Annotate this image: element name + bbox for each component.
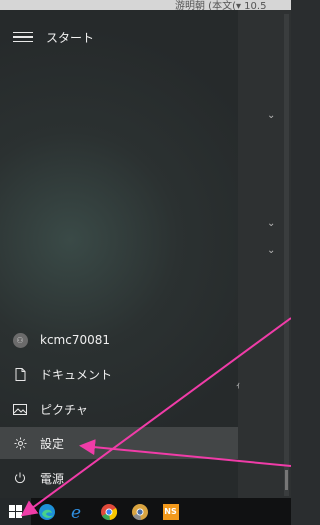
sidebar-item-power[interactable]: 電源 xyxy=(0,462,238,494)
sidebar-item-pictures[interactable]: ピクチャ xyxy=(0,393,238,425)
chrome-icon xyxy=(100,503,117,520)
svg-text:e: e xyxy=(71,503,81,521)
chevron-down-icon[interactable]: ⌄ xyxy=(267,245,275,256)
scrollbar[interactable] xyxy=(284,14,289,496)
scrollbar-thumb[interactable] xyxy=(285,470,288,490)
taskbar-chrome-dev-button[interactable] xyxy=(124,498,155,525)
taskbar: e NS xyxy=(0,498,291,525)
sidebar-item-label: ドキュメント xyxy=(40,367,113,382)
gear-icon xyxy=(0,437,40,450)
tile-fragment-text: ｨ xyxy=(236,381,241,391)
hamburger-menu-icon[interactable] xyxy=(13,31,33,43)
sidebar-item-label: ピクチャ xyxy=(40,402,88,417)
edge-legacy-icon: e xyxy=(71,503,81,521)
taskbar-ns-button[interactable]: NS xyxy=(155,498,186,525)
chevron-down-icon[interactable]: ⌄ xyxy=(267,110,275,121)
taskbar-edge-button[interactable] xyxy=(31,498,62,525)
user-avatar-icon: ⚇ xyxy=(12,332,28,348)
sidebar-item-documents[interactable]: ドキュメント xyxy=(0,358,238,390)
ns-app-icon: NS xyxy=(162,503,179,520)
taskbar-edge-legacy-button[interactable]: e xyxy=(62,498,93,525)
windows-logo-icon xyxy=(9,505,22,518)
chevron-down-icon[interactable]: ⌄ xyxy=(267,218,275,229)
taskbar-chrome-button[interactable] xyxy=(93,498,124,525)
start-button[interactable] xyxy=(0,498,31,525)
document-icon xyxy=(0,367,40,381)
sidebar-item-label: 電源 xyxy=(40,471,65,486)
document-top-strip: 游明朝 (本文(▾ 10.5 xyxy=(0,0,291,10)
sidebar-item-settings[interactable]: 設定 xyxy=(0,427,238,459)
sidebar-item-user[interactable]: ⚇ kcmc70081 xyxy=(0,324,238,356)
power-icon xyxy=(0,472,40,484)
sidebar-item-label: 設定 xyxy=(40,436,65,451)
pictures-icon xyxy=(0,403,40,415)
document-font-box: 游明朝 (本文(▾ 10.5 xyxy=(175,1,267,10)
start-menu-title: スタート xyxy=(46,30,95,45)
user-name-label: kcmc70081 xyxy=(40,333,111,347)
edge-icon xyxy=(38,503,55,520)
start-menu-sidebar: スタート ⚇ kcmc70081 ドキュメント ピクチャ 設定 電源 xyxy=(0,10,238,498)
chrome-dev-icon xyxy=(131,503,148,520)
start-menu-header[interactable]: スタート xyxy=(0,24,238,50)
